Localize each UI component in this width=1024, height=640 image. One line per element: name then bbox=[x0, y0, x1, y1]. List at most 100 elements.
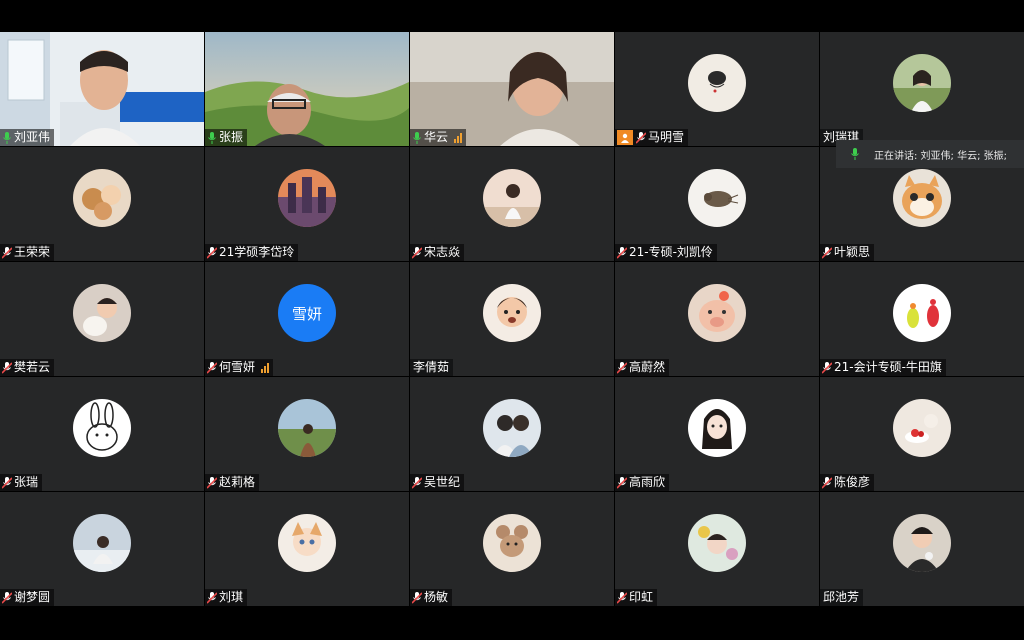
participant-grid: 刘亚伟 张振 华云 马明雪 刘瑞琪 王荣荣 21学硕李岱玲 宋志焱 21-专硕-… bbox=[0, 32, 1024, 608]
avatar bbox=[73, 514, 131, 572]
active-speaker-banner: 正在讲话: 刘亚伟; 华云; 张振; bbox=[836, 140, 1024, 168]
participant-tile[interactable]: 刘瑞琪 bbox=[820, 32, 1024, 146]
name-tag: 马明雪 bbox=[615, 129, 689, 146]
name-tag: 高雨欣 bbox=[615, 474, 670, 491]
avatar bbox=[688, 514, 746, 572]
mic-muted-icon bbox=[617, 246, 627, 259]
participant-tile[interactable]: 邱池芳 bbox=[820, 492, 1024, 606]
avatar bbox=[483, 514, 541, 572]
name-tag: 谢梦圆 bbox=[0, 589, 55, 606]
signal-strength-icon bbox=[261, 362, 270, 373]
participant-name: 21学硕李岱玲 bbox=[219, 245, 295, 259]
mic-on-icon bbox=[412, 131, 422, 144]
name-tag: 吴世纪 bbox=[410, 474, 465, 491]
participant-tile[interactable]: 21-专硕-刘凯伶 bbox=[615, 147, 819, 261]
avatar bbox=[893, 514, 951, 572]
mic-muted-icon bbox=[636, 131, 646, 144]
participant-tile[interactable]: 陈俊彦 bbox=[820, 377, 1024, 491]
participant-tile[interactable]: 宋志焱 bbox=[410, 147, 614, 261]
participant-name: 何雪妍 bbox=[219, 360, 256, 374]
mic-muted-icon bbox=[617, 476, 627, 489]
participant-tile[interactable]: 马明雪 bbox=[615, 32, 819, 146]
name-tag: 赵莉格 bbox=[205, 474, 260, 491]
participant-tile[interactable]: 张瑞 bbox=[0, 377, 204, 491]
participant-name: 张瑞 bbox=[14, 475, 39, 489]
participant-name: 陈俊彦 bbox=[834, 475, 871, 489]
name-tag: 华云 bbox=[410, 129, 467, 146]
participant-tile[interactable]: 21-会计专硕-牛田旗 bbox=[820, 262, 1024, 376]
mic-muted-icon bbox=[2, 591, 12, 604]
participant-tile[interactable]: 华云 bbox=[410, 32, 614, 146]
name-tag: 王荣荣 bbox=[0, 244, 55, 261]
name-tag: 张瑞 bbox=[0, 474, 43, 491]
name-tag: 刘琪 bbox=[205, 589, 248, 606]
avatar bbox=[278, 514, 336, 572]
participant-tile[interactable]: 高蔚然 bbox=[615, 262, 819, 376]
participant-tile[interactable]: 樊若云 bbox=[0, 262, 204, 376]
participant-name: 吴世纪 bbox=[424, 475, 461, 489]
avatar bbox=[73, 284, 131, 342]
participant-tile[interactable]: 雪妍 何雪妍 bbox=[205, 262, 409, 376]
active-speaker-text: 正在讲话: 刘亚伟; 华云; 张振; bbox=[874, 150, 1008, 162]
avatar bbox=[893, 54, 951, 112]
name-tag: 张振 bbox=[205, 129, 248, 146]
signal-strength-icon bbox=[454, 132, 463, 143]
mic-muted-icon bbox=[207, 246, 217, 259]
mic-on-icon bbox=[2, 131, 12, 144]
participant-tile[interactable]: 张振 bbox=[205, 32, 409, 146]
name-tag: 印虹 bbox=[615, 589, 658, 606]
name-tag: 何雪妍 bbox=[205, 359, 274, 376]
avatar bbox=[278, 169, 336, 227]
avatar bbox=[688, 399, 746, 457]
participant-tile[interactable]: 高雨欣 bbox=[615, 377, 819, 491]
participant-tile[interactable]: 李倩茹 bbox=[410, 262, 614, 376]
mic-muted-icon bbox=[207, 591, 217, 604]
participant-name: 21-会计专硕-牛田旗 bbox=[834, 360, 942, 374]
participant-name: 刘琪 bbox=[219, 590, 244, 604]
mic-muted-icon bbox=[822, 361, 832, 374]
mic-muted-icon bbox=[412, 246, 422, 259]
avatar bbox=[278, 399, 336, 457]
name-tag: 叶颖思 bbox=[820, 244, 875, 261]
participant-tile[interactable]: 21学硕李岱玲 bbox=[205, 147, 409, 261]
participant-tile[interactable]: 赵莉格 bbox=[205, 377, 409, 491]
avatar bbox=[893, 399, 951, 457]
name-tag: 李倩茹 bbox=[410, 359, 454, 376]
mic-on-icon bbox=[850, 148, 860, 160]
participant-name: 高雨欣 bbox=[629, 475, 666, 489]
participant-name: 华云 bbox=[424, 130, 449, 144]
mic-muted-icon bbox=[822, 476, 832, 489]
meeting-stage: 刘亚伟 张振 华云 马明雪 刘瑞琪 王荣荣 21学硕李岱玲 宋志焱 21-专硕-… bbox=[0, 32, 1024, 608]
avatar bbox=[483, 284, 541, 342]
participant-name: 李倩茹 bbox=[413, 360, 450, 374]
name-tag: 高蔚然 bbox=[615, 359, 670, 376]
participant-tile[interactable]: 王荣荣 bbox=[0, 147, 204, 261]
participant-name: 张振 bbox=[219, 130, 244, 144]
participant-tile[interactable]: 杨敏 bbox=[410, 492, 614, 606]
participant-tile[interactable]: 刘琪 bbox=[205, 492, 409, 606]
avatar bbox=[688, 169, 746, 227]
participant-name: 21-专硕-刘凯伶 bbox=[629, 245, 713, 259]
participant-name: 杨敏 bbox=[424, 590, 449, 604]
mic-muted-icon bbox=[617, 361, 627, 374]
name-tag: 杨敏 bbox=[410, 589, 453, 606]
participant-name: 王荣荣 bbox=[14, 245, 51, 259]
avatar bbox=[73, 169, 131, 227]
avatar bbox=[688, 54, 746, 112]
participant-name: 高蔚然 bbox=[629, 360, 666, 374]
avatar: 雪妍 bbox=[278, 284, 336, 342]
screen-share-icon bbox=[617, 130, 633, 145]
participant-tile[interactable]: 刘亚伟 bbox=[0, 32, 204, 146]
name-tag: 21-专硕-刘凯伶 bbox=[615, 244, 717, 261]
mic-muted-icon bbox=[2, 246, 12, 259]
avatar bbox=[73, 399, 131, 457]
participant-tile[interactable]: 印虹 bbox=[615, 492, 819, 606]
participant-tile[interactable]: 谢梦圆 bbox=[0, 492, 204, 606]
participant-name: 谢梦圆 bbox=[14, 590, 51, 604]
participant-tile[interactable]: 吴世纪 bbox=[410, 377, 614, 491]
avatar bbox=[893, 169, 951, 227]
name-tag: 刘亚伟 bbox=[0, 129, 55, 146]
name-tag: 陈俊彦 bbox=[820, 474, 875, 491]
participant-name: 刘亚伟 bbox=[14, 130, 51, 144]
name-tag: 樊若云 bbox=[0, 359, 55, 376]
